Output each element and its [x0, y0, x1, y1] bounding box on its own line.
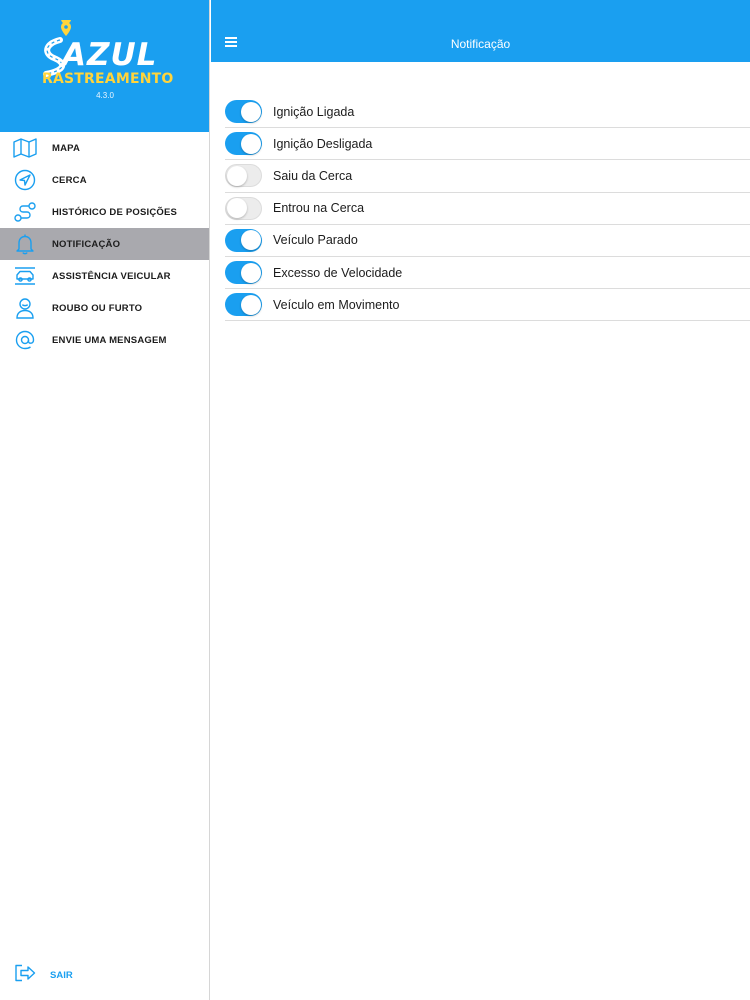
sidebar-item-label: ROUBO OU FURTO	[52, 302, 143, 314]
page-title: Notificação	[450, 37, 511, 51]
bell-icon	[12, 231, 38, 257]
toggle-switch[interactable]	[225, 196, 262, 220]
route-icon	[12, 199, 38, 225]
notification-row-ignicao-ligada: Ignição Ligada	[225, 96, 750, 129]
notification-label: Saiu da Cerca	[273, 168, 353, 183]
sidebar-item-label: NOTIFICAÇÃO	[52, 238, 121, 250]
logout-button[interactable]: SAIR	[14, 964, 73, 987]
notification-label: Veículo Parado	[273, 233, 358, 248]
sidebar-item-mensagem[interactable]: ENVIE UMA MENSAGEM	[0, 324, 209, 356]
sidebar-item-roubo[interactable]: ROUBO OU FURTO	[0, 292, 209, 324]
notification-row-veiculo-movimento: Veículo em Movimento	[225, 289, 750, 322]
sidebar-item-label: CERCA	[52, 174, 87, 186]
sidebar-item-cerca[interactable]: CERCA	[0, 164, 209, 196]
toggle-switch[interactable]	[225, 261, 262, 285]
sidebar-item-notificacao[interactable]: NOTIFICAÇÃO	[0, 228, 209, 260]
brand-subtitle: RASTREAMENTO	[42, 71, 174, 87]
at-sign-icon	[12, 327, 38, 353]
app-version: 4.3.0	[96, 91, 114, 100]
top-bar: Notificação	[211, 0, 750, 62]
sidebar-item-label: HISTÓRICO DE POSIÇÕES	[52, 206, 178, 218]
sidebar-item-label: ENVIE UMA MENSAGEM	[52, 334, 167, 346]
notification-label: Ignição Ligada	[273, 104, 355, 119]
sidebar-menu: MAPA CERCA HISTÓRICO DE POSIÇÕES NOTIFIC…	[0, 132, 209, 356]
brand-header: AZUL RASTREAMENTO 4.3.0	[0, 0, 209, 132]
logout-label: SAIR	[50, 970, 73, 981]
notification-row-entrou-cerca: Entrou na Cerca	[225, 193, 750, 225]
notification-label: Ignição Desligada	[273, 136, 373, 151]
toggle-switch[interactable]	[225, 228, 262, 252]
sidebar-item-label: ASSISTÊNCIA VEICULAR	[52, 270, 171, 282]
sidebar-item-mapa[interactable]: MAPA	[0, 132, 209, 164]
notification-row-ignicao-desligada: Ignição Desligada	[225, 128, 750, 161]
notification-row-saiu-cerca: Saiu da Cerca	[225, 160, 750, 193]
car-assistance-icon	[12, 263, 38, 289]
map-icon	[12, 135, 38, 161]
notification-row-veiculo-parado: Veículo Parado	[225, 225, 750, 257]
toggle-switch[interactable]	[225, 164, 262, 188]
notification-row-excesso-velocidade: Excesso de Velocidade	[225, 257, 750, 290]
notification-list: Ignição Ligada Ignição Desligada Saiu da…	[225, 96, 750, 322]
navigation-arrow-icon	[12, 167, 38, 193]
sidebar-item-historico[interactable]: HISTÓRICO DE POSIÇÕES	[0, 196, 209, 228]
sidebar: AZUL RASTREAMENTO 4.3.0 MAPA CERCA HISTÓ…	[0, 0, 210, 1000]
sidebar-item-label: MAPA	[52, 142, 81, 154]
toggle-switch[interactable]	[225, 132, 262, 156]
notification-label: Veículo em Movimento	[273, 297, 400, 312]
notification-label: Excesso de Velocidade	[273, 265, 403, 280]
toggle-switch[interactable]	[225, 100, 262, 124]
sidebar-item-assistencia[interactable]: ASSISTÊNCIA VEICULAR	[0, 260, 209, 292]
brand-logo: AZUL RASTREAMENTO	[40, 20, 174, 100]
brand-name: AZUL	[62, 37, 158, 73]
logout-icon	[14, 964, 36, 987]
notification-label: Entrou na Cerca	[273, 201, 365, 216]
person-alert-icon	[12, 295, 38, 321]
toggle-switch[interactable]	[225, 293, 262, 317]
